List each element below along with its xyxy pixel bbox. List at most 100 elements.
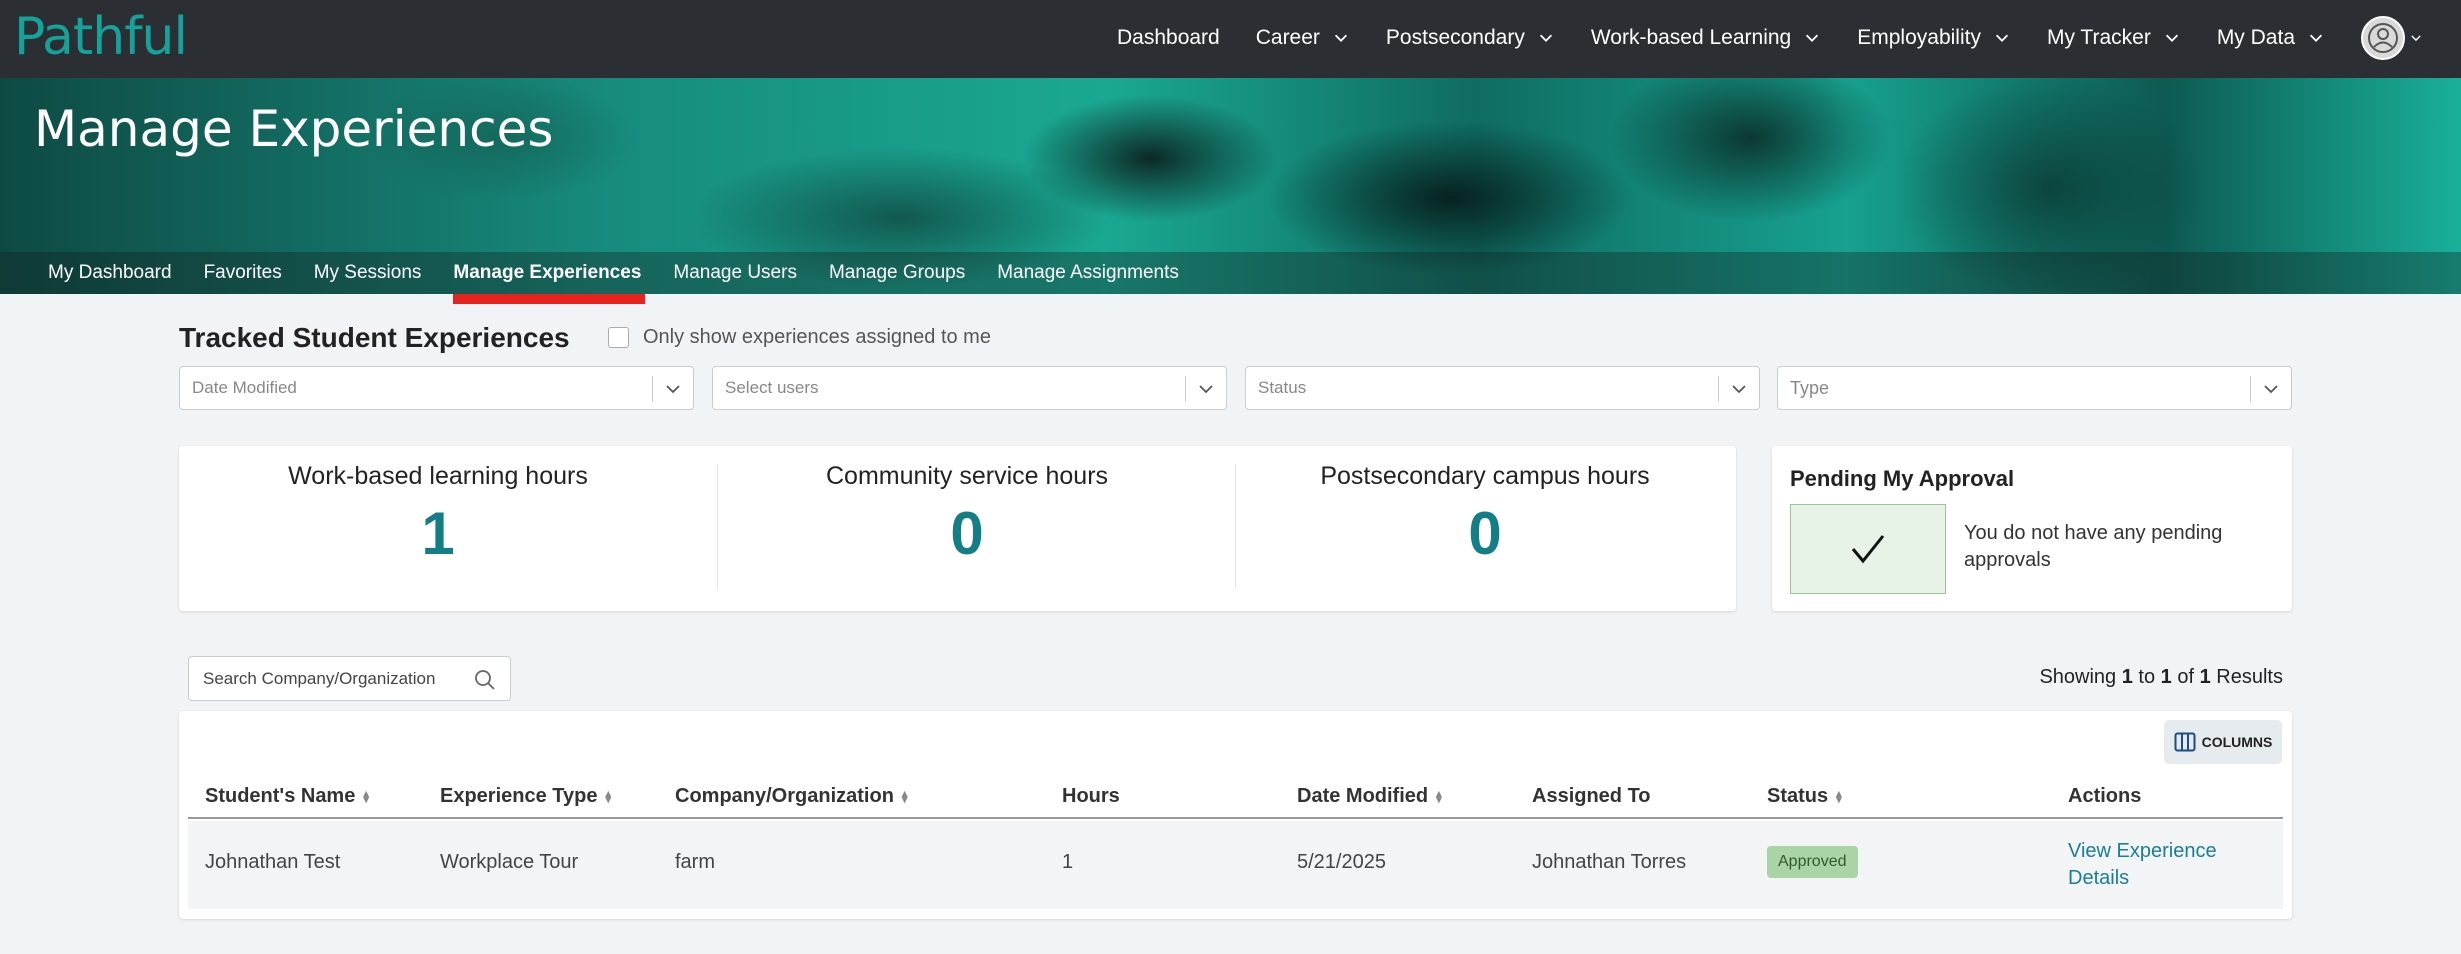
results-suffix: Results	[2216, 666, 2283, 688]
results-from: 1	[2121, 666, 2133, 688]
results-prefix: Showing	[2039, 666, 2117, 688]
chevron-down-icon	[2309, 34, 2323, 42]
columns-button[interactable]: COLUMNS	[2164, 720, 2282, 764]
pathful-logo[interactable]: Pathful	[14, 4, 188, 70]
cell-company: farm	[675, 851, 715, 873]
header-hours-label: Hours	[1062, 785, 1120, 807]
nav-employability[interactable]: Employability	[1857, 26, 2011, 50]
pending-approval-message: You do not have any pending approvals	[1964, 522, 2223, 571]
nav-dashboard[interactable]: Dashboard	[1117, 26, 1220, 50]
filter-bar: Date Modified Select users Status Type	[179, 366, 2292, 410]
header-assigned-label: Assigned To	[1532, 785, 1651, 807]
community-hours-stat: Community service hours 0	[717, 446, 1217, 611]
hours-summary-card: Work-based learning hours 1 Community se…	[179, 446, 1736, 611]
header-status[interactable]: Status ▴ ▾	[1767, 785, 1842, 808]
only-assigned-toggle[interactable]: Only show experiences assigned to me	[608, 326, 991, 349]
header-company[interactable]: Company/Organization ▴ ▾	[675, 785, 907, 808]
status-badge: Approved	[1767, 846, 1858, 878]
table-row: Johnathan Test Workplace Tour farm 1 5/2…	[188, 821, 2283, 909]
hero-banner: Manage Experiences My Dashboard Favorite…	[0, 78, 2461, 304]
campus-hours-stat: Postsecondary campus hours 0	[1235, 446, 1735, 611]
section-title: Tracked Student Experiences	[179, 322, 570, 353]
search-icon[interactable]	[474, 669, 496, 691]
cell-experience-type: Workplace Tour	[440, 851, 579, 873]
view-experience-details-link[interactable]: View Experience Details	[2068, 838, 2258, 892]
wbl-hours-stat: Work-based learning hours 1	[179, 446, 697, 611]
header-status-label: Status	[1767, 785, 1829, 807]
experiences-table: COLUMNS Student's Name ▴ ▾ Experience Type…	[179, 711, 2292, 919]
subnav-manage-assignments[interactable]: Manage Assignments	[997, 252, 1179, 294]
header-date-label: Date Modified	[1297, 785, 1429, 807]
type-select[interactable]: Type	[1777, 366, 2292, 410]
chevron-down-icon	[1539, 34, 1552, 42]
chevron-down-icon	[1732, 385, 1746, 394]
results-to-word: to	[2138, 666, 2156, 688]
sort-icon: ▴ ▾	[363, 787, 369, 806]
community-hours-value: 0	[950, 500, 984, 567]
top-navbar: Pathful Dashboard Career Postsecondary W…	[0, 0, 2461, 78]
nav-career-label: Career	[1255, 26, 1320, 49]
nav-my-tracker-label: My Tracker	[2046, 26, 2151, 49]
users-placeholder: Select users	[725, 378, 819, 397]
date-modified-placeholder: Date Modified	[192, 378, 297, 397]
header-student-name[interactable]: Student's Name ▴ ▾	[205, 785, 369, 808]
nav-wbl-label: Work-based Learning	[1590, 26, 1792, 49]
subnav-manage-users[interactable]: Manage Users	[673, 252, 797, 294]
sort-icon: ▴ ▾	[1436, 787, 1442, 806]
nav-dashboard-label: Dashboard	[1116, 26, 1220, 49]
header-type-label: Experience Type	[440, 785, 598, 807]
page-title: Manage Experiences	[34, 100, 554, 158]
header-hours: Hours	[1062, 785, 1120, 808]
select-divider	[1718, 376, 1719, 402]
select-divider	[652, 376, 653, 402]
subnav-favorites[interactable]: Favorites	[204, 252, 282, 294]
header-date-modified[interactable]: Date Modified ▴ ▾	[1297, 785, 1442, 808]
campus-hours-value: 0	[1468, 500, 1502, 567]
subnav-manage-groups[interactable]: Manage Groups	[829, 252, 965, 294]
nav-postsecondary-label: Postsecondary	[1385, 26, 1525, 49]
results-to: 1	[2160, 666, 2172, 688]
cell-student-name: Johnathan Test	[205, 851, 341, 873]
sub-navigation: My Dashboard Favorites My Sessions Manag…	[0, 252, 2461, 304]
nav-my-data[interactable]: My Data	[2217, 26, 2325, 50]
status-select[interactable]: Status	[1245, 366, 1760, 410]
results-total: 1	[2199, 666, 2211, 688]
company-search-input[interactable]: Search Company/Organization	[188, 656, 511, 701]
chevron-down-icon	[2411, 35, 2421, 42]
community-hours-label: Community service hours	[825, 462, 1109, 490]
users-select[interactable]: Select users	[712, 366, 1227, 410]
type-placeholder: Type	[1790, 377, 1830, 398]
cell-hours: 1	[1062, 851, 1074, 873]
subnav-my-dashboard[interactable]: My Dashboard	[48, 252, 172, 294]
subnav-my-sessions[interactable]: My Sessions	[314, 252, 422, 294]
pending-approval-title: Pending My Approval	[1790, 466, 2015, 491]
columns-button-label: COLUMNS	[2201, 734, 2273, 750]
header-assigned-to: Assigned To	[1532, 785, 1651, 808]
user-avatar-menu[interactable]	[2361, 16, 2423, 60]
header-company-label: Company/Organization	[675, 785, 894, 807]
header-student-label: Student's Name	[205, 785, 356, 807]
nav-career[interactable]: Career	[1256, 26, 1350, 50]
search-placeholder: Search Company/Organization	[203, 668, 436, 688]
pending-approval-card: Pending My Approval You do not have any …	[1772, 446, 2292, 611]
chevron-down-icon	[2264, 385, 2278, 394]
checkmark-icon	[1851, 535, 1885, 564]
select-divider	[1185, 376, 1186, 402]
nav-work-based-learning[interactable]: Work-based Learning	[1591, 26, 1821, 50]
nav-my-tracker[interactable]: My Tracker	[2047, 26, 2181, 50]
nav-postsecondary[interactable]: Postsecondary	[1386, 26, 1555, 50]
wbl-hours-value: 1	[421, 500, 455, 567]
header-actions-label: Actions	[2068, 785, 2142, 807]
only-assigned-checkbox[interactable]	[608, 327, 629, 348]
header-actions: Actions	[2068, 785, 2141, 808]
sort-icon: ▴ ▾	[1836, 787, 1842, 806]
chevron-down-icon	[2165, 34, 2178, 42]
main-nav: Dashboard Career Postsecondary Work-base…	[1081, 0, 2423, 76]
checkmark-panel	[1790, 504, 1946, 594]
date-modified-select[interactable]: Date Modified	[179, 366, 694, 410]
sort-icon: ▴ ▾	[605, 787, 612, 806]
columns-icon	[2174, 732, 2196, 752]
header-experience-type[interactable]: Experience Type ▴ ▾	[440, 785, 611, 808]
subnav-manage-experiences[interactable]: Manage Experiences	[453, 252, 646, 304]
status-placeholder: Status	[1258, 378, 1307, 397]
